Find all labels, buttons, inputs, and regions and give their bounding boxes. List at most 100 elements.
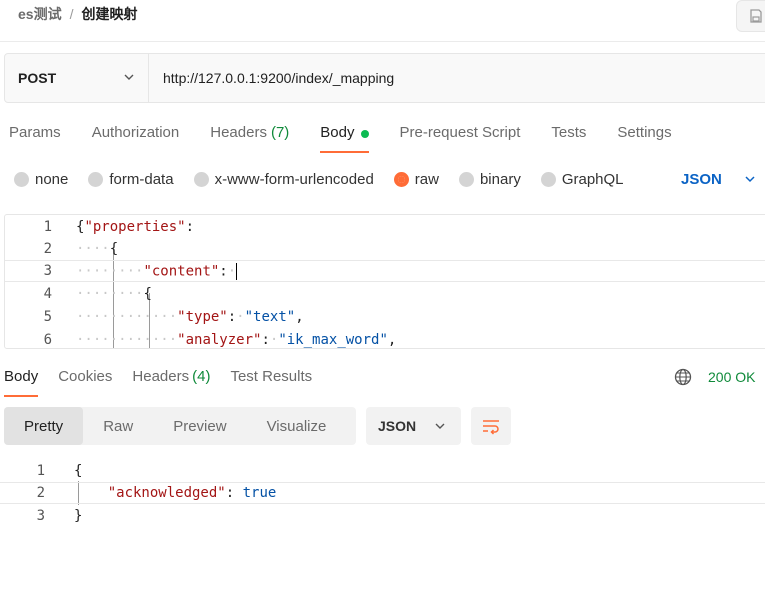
response-body-viewer[interactable]: 1 { 2 "acknowledged": true 3 } <box>0 459 765 529</box>
format-label: JSON <box>378 418 417 434</box>
line-number: 4 <box>43 286 52 302</box>
wrap-lines-button[interactable] <box>471 407 511 445</box>
colon: : <box>185 219 195 235</box>
text-cursor <box>236 262 238 280</box>
line-number: 3 <box>36 508 45 524</box>
json-key: "type" <box>177 309 228 325</box>
body-type-graphql[interactable]: GraphQL <box>540 170 624 188</box>
request-name[interactable]: 创建映射 <box>81 4 137 24</box>
json-key: "content" <box>143 263 220 279</box>
brace: } <box>74 508 83 524</box>
globe-icon[interactable] <box>674 368 692 386</box>
tab-body[interactable]: Body <box>320 118 369 154</box>
code-line-current: 2 "acknowledged": true <box>0 482 765 504</box>
radio-button[interactable] <box>88 171 104 187</box>
radio-button[interactable] <box>540 171 556 187</box>
tab-authorization[interactable]: Authorization <box>92 118 180 154</box>
request-body-editor[interactable]: 1 {"properties": 2 ····{ 3 ········"cont… <box>4 214 765 349</box>
view-raw[interactable]: Raw <box>83 407 153 445</box>
body-language-select[interactable]: JSON <box>681 167 756 191</box>
code-line: 2 ····{ <box>5 238 765 260</box>
response-tabs: Body Cookies Headers (4) Test Results <box>4 362 332 398</box>
line-number: 5 <box>43 309 52 325</box>
body-type-raw[interactable]: raw <box>393 170 439 188</box>
radio-button-selected[interactable] <box>393 171 409 187</box>
response-tab-test-results[interactable]: Test Results <box>230 362 312 398</box>
radio-button[interactable] <box>193 171 209 187</box>
view-visualize[interactable]: Visualize <box>247 407 347 445</box>
comma: , <box>387 332 397 348</box>
code-line: 4 ········{ <box>5 283 765 305</box>
save-button[interactable] <box>736 0 765 32</box>
radio-button[interactable] <box>458 171 474 187</box>
tab-settings[interactable]: Settings <box>617 118 671 154</box>
url-input[interactable]: http://127.0.0.1:9200/index/_mapping <box>149 70 394 86</box>
tab-label: Headers <box>132 368 190 385</box>
code-line: 6 ············"analyzer":·"ik_max_word", <box>5 329 765 348</box>
code-line: 1 {"properties": <box>5 216 765 238</box>
radio-label: binary <box>479 170 521 188</box>
line-number: 2 <box>36 485 45 501</box>
tab-headers[interactable]: Headers (7) <box>210 118 289 154</box>
brace: { <box>74 463 83 479</box>
method-label: POST <box>18 70 57 86</box>
body-type-binary[interactable]: binary <box>458 170 521 188</box>
json-key: "acknowledged" <box>107 485 226 501</box>
tab-label: Authorization <box>91 124 180 141</box>
response-tab-cookies[interactable]: Cookies <box>58 362 112 398</box>
radio-label: raw <box>414 170 439 188</box>
line-number: 2 <box>43 241 52 257</box>
body-type-urlencoded[interactable]: x-www-form-urlencoded <box>193 170 374 188</box>
chevron-down-icon <box>435 423 445 429</box>
tab-label: Cookies <box>58 368 113 385</box>
response-format-select[interactable]: JSON <box>366 407 461 445</box>
response-tab-body[interactable]: Body <box>4 362 39 398</box>
json-string: "text" <box>244 309 296 325</box>
colon: : <box>219 263 228 279</box>
line-number: 1 <box>43 219 52 235</box>
json-boolean: true <box>242 485 277 501</box>
view-preview[interactable]: Preview <box>153 407 246 445</box>
request-tabs: Params Authorization Headers (7) Body Pre… <box>9 118 703 154</box>
status-code[interactable]: 200 OK <box>708 369 755 385</box>
comma: , <box>295 309 304 325</box>
breadcrumb-collection[interactable]: es测试 <box>18 4 62 24</box>
tab-label: Tests <box>551 124 587 141</box>
line-number: 6 <box>43 332 52 348</box>
code-line-current: 3 ········"content":· <box>5 260 765 282</box>
view-pretty[interactable]: Pretty <box>4 407 84 445</box>
tab-label: Body <box>4 368 39 385</box>
tab-label: Params <box>9 124 61 141</box>
body-type-form-data[interactable]: form-data <box>88 170 174 188</box>
brace: { <box>143 286 152 302</box>
tab-label: Pre-request Script <box>399 124 521 141</box>
code-line: 5 ············"type":·"text", <box>5 306 765 328</box>
radio-button[interactable] <box>14 171 29 187</box>
radio-label: GraphQL <box>561 170 624 188</box>
colon: : <box>227 309 237 325</box>
chevron-down-icon <box>124 74 134 80</box>
brace: { <box>109 241 119 257</box>
body-type-none[interactable]: none <box>14 171 68 188</box>
radio-label: form-data <box>109 170 174 188</box>
radio-label: none <box>35 170 69 188</box>
tab-tests[interactable]: Tests <box>551 118 586 154</box>
tab-params[interactable]: Params <box>9 118 61 154</box>
tab-label: Settings <box>617 124 672 141</box>
body-type-options: none form-data x-www-form-urlencoded raw… <box>14 167 644 191</box>
body-indicator-dot <box>360 130 369 138</box>
json-key: "analyzer" <box>177 332 262 348</box>
tab-pre-request-script[interactable]: Pre-request Script <box>400 118 521 154</box>
response-tab-headers[interactable]: Headers (4) <box>132 362 210 398</box>
view-mode-toggle: Pretty Raw Preview Visualize <box>4 407 356 445</box>
method-select[interactable]: POST <box>5 54 149 102</box>
json-key: "properties" <box>84 219 186 235</box>
code-line: 3 } <box>0 505 765 527</box>
colon: : <box>261 332 270 348</box>
radio-label: x-www-form-urlencoded <box>214 170 374 188</box>
breadcrumb-separator: / <box>69 6 74 22</box>
code-line: 1 { <box>0 460 765 482</box>
save-icon <box>750 9 762 23</box>
header-divider <box>0 41 765 42</box>
wrap-lines-icon <box>483 420 499 435</box>
